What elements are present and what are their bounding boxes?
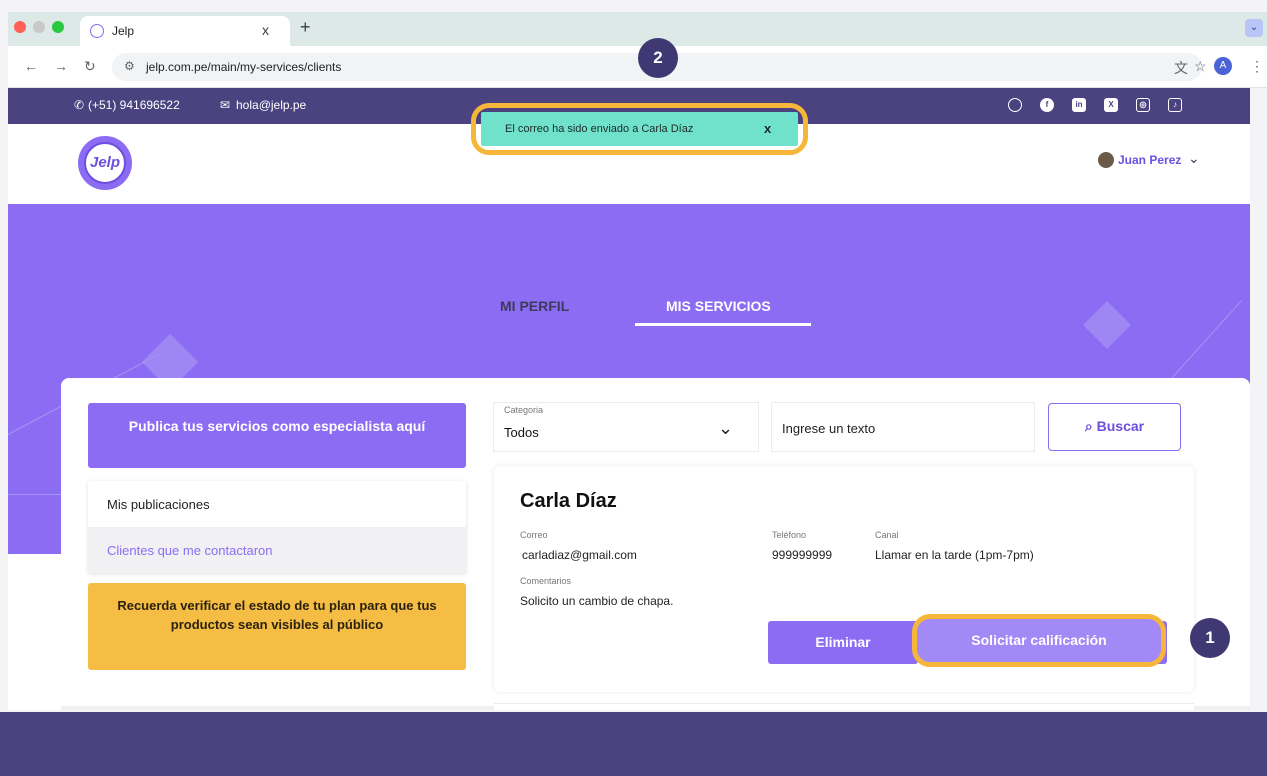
next-client-card (494, 703, 1194, 710)
sidebar-item-mis-publicaciones[interactable]: Mis publicaciones (88, 481, 466, 527)
delete-button[interactable]: Eliminar (768, 621, 918, 664)
success-toast: El correo ha sido enviado a Carla Díaz x (481, 112, 798, 146)
tab-close-icon[interactable]: x (262, 22, 269, 38)
active-tab-indicator (635, 323, 811, 326)
step-badge-2: 2 (638, 38, 678, 78)
telefono-value: 999999999 (772, 548, 833, 562)
jelp-favicon-icon (90, 24, 104, 38)
canal-value: Llamar en la tarde (1pm-7pm) (875, 548, 1034, 562)
step-badge-1: 1 (1190, 618, 1230, 658)
decorative-diamond-icon (1082, 300, 1132, 350)
category-value: Todos (504, 425, 539, 440)
browser-tab[interactable]: Jelp x (80, 16, 290, 46)
user-name[interactable]: Juan Perez (1118, 153, 1181, 167)
comentarios-value: Solicito un cambio de chapa. (520, 594, 674, 608)
contact-phone[interactable]: (+51) 941696522 (88, 98, 180, 112)
user-avatar[interactable] (1098, 152, 1114, 168)
request-rating-button[interactable]: Solicitar calificación (912, 614, 1166, 667)
page-gutter (1250, 88, 1267, 712)
whatsapp-icon[interactable] (1008, 98, 1022, 112)
site-footer (0, 712, 1267, 776)
tab-search-icon[interactable]: ⌄ (1245, 19, 1263, 37)
tab-title: Jelp (112, 24, 135, 38)
back-icon[interactable]: ← (24, 58, 38, 74)
telefono-label: Teléfono (772, 530, 807, 540)
toast-message: El correo ha sido enviado a Carla Díaz (505, 123, 694, 135)
jelp-logo[interactable]: Jelp (78, 136, 132, 190)
phone-icon: ✆ (74, 98, 85, 112)
correo-label: Correo (520, 530, 548, 540)
publish-services-button[interactable]: Publica tus servicios como especialista … (88, 403, 466, 468)
sidebar-menu: Mis publicaciones Clientes que me contac… (88, 481, 466, 573)
close-window-icon[interactable] (14, 21, 26, 33)
client-name: Carla Díaz (520, 490, 617, 512)
search-button[interactable]: ⌕ Buscar (1048, 403, 1181, 451)
instagram-icon[interactable]: ◎ (1136, 98, 1150, 112)
profile-avatar-icon[interactable]: A (1214, 57, 1232, 75)
reload-icon[interactable]: ↻ (84, 58, 96, 75)
chevron-down-icon[interactable]: ⌄ (718, 418, 733, 439)
linkedin-icon[interactable]: in (1072, 98, 1086, 112)
browser-menu-icon[interactable]: ⋮ (1250, 58, 1264, 75)
comentarios-label: Comentarios (520, 576, 572, 586)
mail-icon: ✉ (220, 98, 231, 112)
canal-label: Canal (875, 530, 899, 540)
contact-email[interactable]: hola@jelp.pe (236, 98, 306, 112)
translate-icon[interactable]: 文 (1174, 58, 1188, 78)
tiktok-icon[interactable]: ♪ (1168, 98, 1182, 112)
search-input[interactable]: Ingrese un texto (771, 402, 1035, 452)
search-icon: ⌕ (1084, 418, 1093, 434)
plan-notice: Recuerda verificar el estado de tu plan … (88, 583, 466, 670)
minimize-window-icon[interactable] (33, 21, 45, 33)
search-button-label: Buscar (1096, 418, 1145, 434)
x-icon[interactable]: X (1104, 98, 1118, 112)
browser-toolbar: ← → ↻ ⚙ jelp.com.pe/main/my-services/cli… (8, 46, 1267, 88)
search-input-text: Ingrese un texto (782, 421, 876, 436)
new-tab-icon[interactable]: + (300, 17, 311, 38)
toast-close-icon[interactable]: x (764, 121, 771, 136)
maximize-window-icon[interactable] (52, 21, 64, 33)
screen: { "browser": { "tab_title": "Jelp", "tab… (0, 0, 1267, 776)
chevron-down-icon[interactable]: ⌄ (1188, 150, 1200, 167)
logo-text: Jelp (84, 142, 126, 184)
browser-tab-bar: Jelp x + ⌄ (8, 12, 1267, 46)
tab-mi-perfil[interactable]: MI PERFIL (500, 298, 569, 314)
site-settings-icon[interactable]: ⚙ (124, 59, 135, 73)
url-text[interactable]: jelp.com.pe/main/my-services/clients (146, 60, 341, 74)
category-label: Categoria (504, 405, 544, 415)
bookmark-star-icon[interactable]: ☆ (1194, 58, 1207, 75)
category-select[interactable]: Categoria Todos ⌄ (493, 402, 759, 452)
sidebar-item-clientes[interactable]: Clientes que me contactaron (88, 527, 466, 573)
tab-mis-servicios[interactable]: MIS SERVICIOS (666, 298, 771, 314)
forward-icon[interactable]: → (54, 58, 68, 74)
facebook-icon[interactable]: f (1040, 98, 1054, 112)
correo-value: carladiaz@gmail.com (522, 548, 637, 562)
